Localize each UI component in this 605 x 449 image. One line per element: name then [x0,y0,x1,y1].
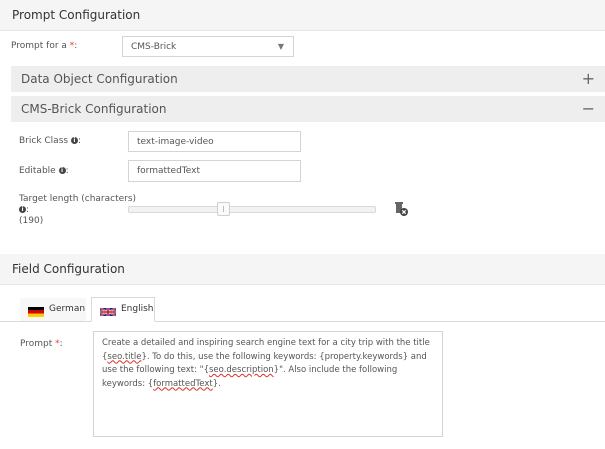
label-colon: : [74,41,78,51]
cms-brick-config-title: CMS-Brick Configuration [21,102,167,116]
prompt-text-placeholder: formattedText [153,378,213,389]
target-length-label-text: Target length (characters) [19,194,137,204]
tab-german-label: German [49,304,86,314]
prompt-text-placeholder: seo.title [107,351,142,362]
tab-english[interactable]: English [91,297,155,322]
expand-plus-icon[interactable]: + [582,66,595,92]
label-colon: : [77,136,81,146]
collapse-minus-icon[interactable]: − [582,96,595,122]
editable-label-text: Editable [19,166,56,176]
german-flag-icon [28,304,44,317]
prompt-text: }. [212,378,221,389]
prompt-for-select[interactable]: CMS-Brick ▼ [122,36,294,57]
prompt-configuration-title: Prompt Configuration [0,0,605,31]
info-icon: i [19,206,26,213]
prompt-for-label: Prompt for a *: [11,41,77,51]
label-colon: : [59,339,63,349]
target-length-label: Target length (characters) i: (190) [19,194,136,227]
tab-english-label: English [121,304,154,314]
label-colon: : [65,166,69,176]
info-icon: i [58,167,66,174]
editable-value: formattedText [137,166,201,176]
editable-label: Editable i: [19,166,69,176]
data-object-config-header[interactable]: Data Object Configuration + [11,66,605,92]
brick-class-value: text-image-video [137,137,214,147]
brick-class-field[interactable]: text-image-video [128,131,301,152]
prompt-text-placeholder: seo.description [208,365,274,375]
uk-flag-icon [99,304,117,317]
data-object-config-title: Data Object Configuration [21,72,178,86]
info-icon: i [70,137,78,144]
brick-class-label-text: Brick Class [19,136,69,146]
prompt-label: Prompt *: [20,339,63,349]
editable-field[interactable]: formattedText [128,160,301,182]
target-length-slider-track[interactable] [128,206,376,213]
trash-reset-icon[interactable] [393,201,409,221]
chevron-down-icon[interactable]: ▼ [278,37,284,57]
prompt-textarea[interactable]: Create a detailed and inspiring search e… [93,331,443,437]
tab-german[interactable]: German [20,298,86,321]
target-length-slider-thumb[interactable] [217,202,231,216]
field-configuration-title: Field Configuration [0,254,605,285]
target-length-value: (190) [19,216,44,226]
prompt-label-text: Prompt [20,339,53,349]
label-colon: : [26,205,30,215]
prompt-for-label-text: Prompt for a [11,41,67,51]
brick-class-label: Brick Class i: [19,136,81,146]
prompt-for-selected-value: CMS-Brick [131,42,177,52]
cms-brick-config-header[interactable]: CMS-Brick Configuration − [11,96,605,122]
